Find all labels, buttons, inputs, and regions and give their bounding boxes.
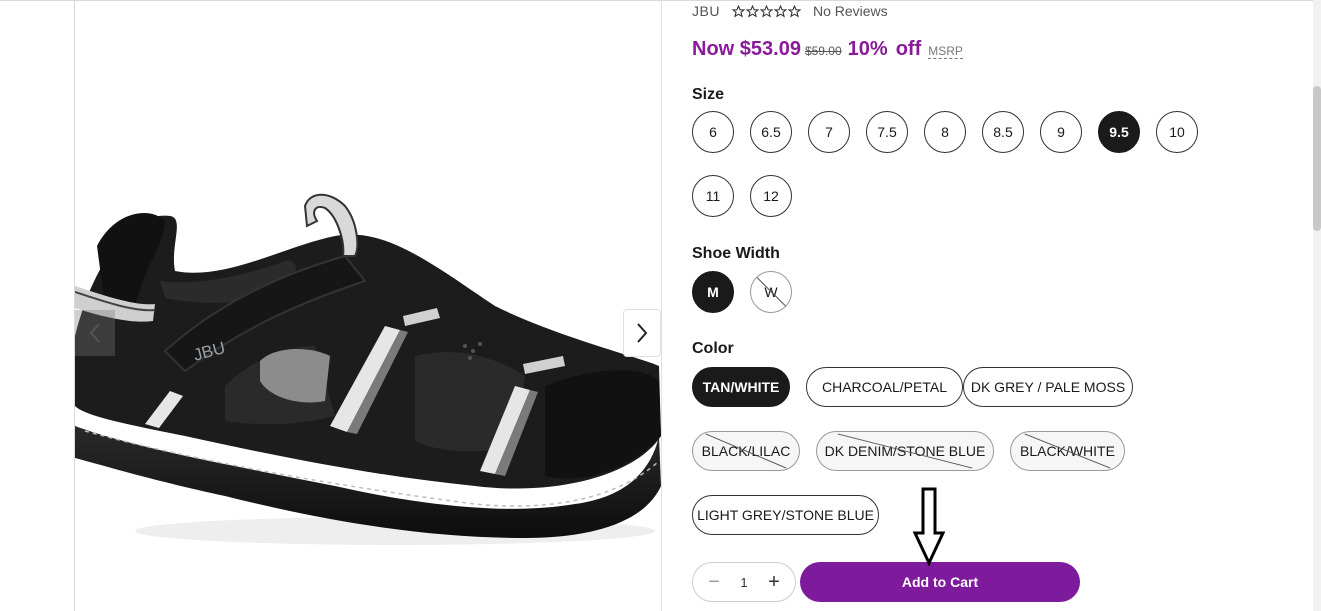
quantity-value[interactable]: 1 — [740, 575, 747, 590]
brand-rating-row: JBU No Reviews — [692, 2, 888, 20]
width-label: Shoe Width — [692, 245, 780, 262]
width-option[interactable]: M — [692, 271, 734, 313]
quantity-stepper: − 1 + — [692, 562, 796, 602]
unavailable-strike — [755, 275, 789, 310]
size-option[interactable]: 9.5 — [1098, 111, 1140, 153]
rating-stars[interactable] — [731, 4, 801, 18]
color-option-label: DK GREY / PALE MOSS — [970, 379, 1126, 395]
reviews-link[interactable]: No Reviews — [813, 3, 888, 19]
width-option-label: M — [707, 284, 719, 300]
star-icon — [773, 4, 787, 18]
size-option[interactable]: 10 — [1156, 111, 1198, 153]
color-option[interactable]: BLACK/WHITE — [1010, 431, 1125, 471]
quantity-decrease-button[interactable]: − — [707, 572, 721, 592]
star-icon — [759, 4, 773, 18]
add-to-cart-button[interactable]: Add to Cart — [800, 562, 1080, 602]
color-option[interactable]: BLACK/LILAC — [692, 431, 800, 471]
star-icon — [787, 4, 801, 18]
size-option[interactable]: 7.5 — [866, 111, 908, 153]
color-option[interactable]: DK GREY / PALE MOSS — [963, 367, 1133, 407]
color-option[interactable]: TAN/WHITE — [692, 367, 790, 407]
original-price: $59.00 — [804, 44, 842, 58]
size-option[interactable]: 7 — [808, 111, 850, 153]
discount-suffix: off — [895, 38, 922, 60]
page-scrollbar[interactable] — [1313, 0, 1321, 611]
color-option[interactable]: LIGHT GREY/STONE BLUE — [692, 495, 879, 535]
color-option-label: TAN/WHITE — [702, 379, 780, 395]
msrp-tooltip[interactable]: MSRP — [928, 44, 963, 59]
color-option-label: BLACK/LILAC — [701, 443, 791, 459]
color-option-label: LIGHT GREY/STONE BLUE — [697, 507, 874, 523]
color-option[interactable]: CHARCOAL/PETAL — [806, 367, 963, 407]
color-option[interactable]: DK DENIM/STONE BLUE — [816, 431, 994, 471]
size-option[interactable]: 8 — [924, 111, 966, 153]
size-option[interactable]: 12 — [750, 175, 792, 217]
chevron-right-icon — [637, 323, 648, 343]
size-option[interactable]: 11 — [692, 175, 734, 217]
discount-percent: 10% — [847, 38, 888, 60]
chevron-left-icon — [89, 323, 100, 343]
color-option-label: BLACK/WHITE — [1020, 443, 1115, 459]
color-option-label: DK DENIM/STONE BLUE — [824, 443, 986, 459]
scrollbar-thumb[interactable] — [1313, 86, 1321, 231]
color-option-label: CHARCOAL/PETAL — [822, 379, 947, 395]
gallery-divider — [661, 0, 662, 611]
product-image-gallery: JBU — [75, 1, 661, 611]
size-option[interactable]: 8.5 — [982, 111, 1024, 153]
size-label: Size — [692, 86, 725, 103]
color-label: Color — [692, 340, 734, 357]
price-row: Now $53.09 $59.00 10% off MSRP — [692, 38, 963, 61]
product-image: JBU — [75, 193, 661, 545]
size-option[interactable]: 9 — [1040, 111, 1082, 153]
current-price: Now $53.09 — [692, 38, 801, 60]
star-icon — [745, 4, 759, 18]
width-option[interactable]: W — [750, 271, 792, 313]
size-option[interactable]: 6.5 — [750, 111, 792, 153]
gallery-next-button[interactable] — [623, 309, 661, 357]
quantity-increase-button[interactable]: + — [767, 572, 781, 592]
star-icon — [731, 4, 745, 18]
gallery-prev-button[interactable] — [75, 310, 115, 356]
arrow-down-icon — [912, 487, 946, 567]
size-option[interactable]: 6 — [692, 111, 734, 153]
brand-name[interactable]: JBU — [692, 3, 720, 19]
